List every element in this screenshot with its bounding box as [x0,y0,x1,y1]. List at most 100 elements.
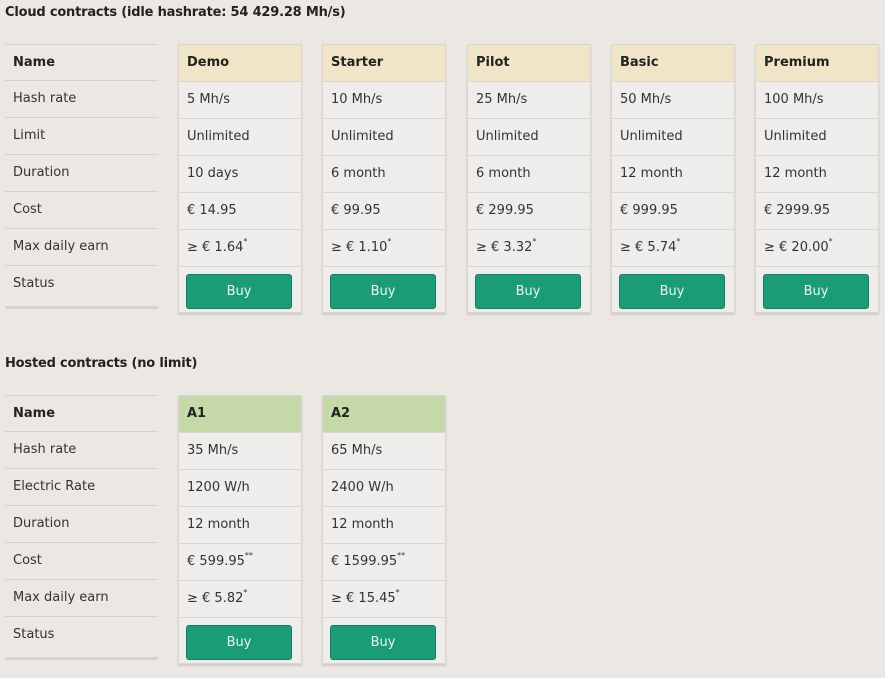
label-max-daily-earn: Max daily earn [5,580,158,617]
footnote-mark: * [243,587,248,597]
plan-hash-rate: 65 Mh/s [323,433,445,470]
plan-limit: Unlimited [323,119,445,156]
footnote-mark: * [828,236,833,246]
plan-duration: 6 month [323,156,445,193]
plan-card-starter: Starter 10 Mh/s Unlimited 6 month € 99.9… [322,44,446,313]
hosted-row-labels: Name Hash rate Electric Rate Duration Co… [5,395,158,660]
label-cost: Cost [5,543,158,580]
plan-max-daily-earn: ≥ € 1.10* [323,230,445,267]
label-status: Status [13,627,55,642]
footnote-mark: * [243,236,248,246]
plan-name: Demo [179,45,301,82]
plan-status: Buy [468,267,590,312]
footnote-mark: ** [244,550,253,560]
plan-name: A1 [179,396,301,433]
earn-value: ≥ € 1.64 [187,240,244,255]
plan-hash-rate: 25 Mh/s [468,82,590,119]
plan-hash-rate: 100 Mh/s [756,82,878,119]
plan-card-demo: Demo 5 Mh/s Unlimited 10 days € 14.95 ≥ … [178,44,302,313]
plan-hash-rate: 35 Mh/s [179,433,301,470]
plan-name: Starter [323,45,445,82]
plan-cost: € 1599.95** [323,544,445,581]
plan-limit: Unlimited [468,119,590,156]
plan-max-daily-earn: ≥ € 15.45* [323,581,445,618]
earn-value: ≥ € 3.32 [476,240,533,255]
plan-card-a1: A1 35 Mh/s 1200 W/h 12 month € 599.95** … [178,395,302,664]
label-status: Status [13,276,55,291]
buy-demo-button[interactable]: Buy [186,274,292,309]
label-cost: Cost [5,192,158,229]
divider [5,306,158,309]
plan-hash-rate: 5 Mh/s [179,82,301,119]
plan-electric-rate: 2400 W/h [323,470,445,507]
cloud-row-labels: Name Hash rate Limit Duration Cost Max d… [5,44,158,309]
footnote-mark: * [387,236,392,246]
plan-duration: 12 month [323,507,445,544]
label-duration: Duration [5,155,158,192]
plan-cost: € 14.95 [179,193,301,230]
plan-status: Buy [612,267,734,312]
plan-duration: 12 month [612,156,734,193]
plan-max-daily-earn: ≥ € 5.74* [612,230,734,267]
plan-status: Buy [179,618,301,663]
plan-max-daily-earn: ≥ € 3.32* [468,230,590,267]
label-duration: Duration [5,506,158,543]
plan-card-pilot: Pilot 25 Mh/s Unlimited 6 month € 299.95… [467,44,591,313]
footnote-mark: * [395,587,400,597]
plan-limit: Unlimited [179,119,301,156]
plan-status: Buy [179,267,301,312]
plan-name: A2 [323,396,445,433]
plan-name: Pilot [468,45,590,82]
buy-a2-button[interactable]: Buy [330,625,436,660]
plan-duration: 12 month [179,507,301,544]
plan-cost: € 999.95 [612,193,734,230]
plan-cost: € 2999.95 [756,193,878,230]
label-electric-rate: Electric Rate [5,469,158,506]
plan-limit: Unlimited [612,119,734,156]
label-name: Name [5,395,158,432]
plan-hash-rate: 10 Mh/s [323,82,445,119]
plan-status: Buy [756,267,878,312]
plan-max-daily-earn: ≥ € 20.00* [756,230,878,267]
plan-limit: Unlimited [756,119,878,156]
earn-value: ≥ € 5.74 [620,240,677,255]
buy-pilot-button[interactable]: Buy [475,274,581,309]
earn-value: ≥ € 1.10 [331,240,388,255]
plan-duration: 6 month [468,156,590,193]
plan-status: Buy [323,267,445,312]
plan-cost: € 299.95 [468,193,590,230]
earn-value: ≥ € 15.45 [331,591,396,606]
plan-card-a2: A2 65 Mh/s 2400 W/h 12 month € 1599.95**… [322,395,446,664]
label-name: Name [5,44,158,81]
cloud-contracts-title: Cloud contracts (idle hashrate: 54 429.2… [5,5,346,20]
divider [5,657,158,660]
plan-card-basic: Basic 50 Mh/s Unlimited 12 month € 999.9… [611,44,735,313]
label-limit: Limit [5,118,158,155]
cost-value: € 599.95 [187,554,245,569]
earn-value: ≥ € 20.00 [764,240,829,255]
earn-value: ≥ € 5.82 [187,591,244,606]
plan-name: Premium [756,45,878,82]
label-max-daily-earn: Max daily earn [5,229,158,266]
plan-name: Basic [612,45,734,82]
footnote-mark: * [532,236,537,246]
footnote-mark: * [676,236,681,246]
footnote-mark: ** [397,550,406,560]
buy-starter-button[interactable]: Buy [330,274,436,309]
cost-value: € 1599.95 [331,554,398,569]
plan-hash-rate: 50 Mh/s [612,82,734,119]
plan-duration: 12 month [756,156,878,193]
plan-card-premium: Premium 100 Mh/s Unlimited 12 month € 29… [755,44,879,313]
buy-basic-button[interactable]: Buy [619,274,725,309]
plan-cost: € 599.95** [179,544,301,581]
label-hash-rate: Hash rate [5,81,158,118]
plan-duration: 10 days [179,156,301,193]
plan-max-daily-earn: ≥ € 1.64* [179,230,301,267]
label-hash-rate: Hash rate [5,432,158,469]
plan-electric-rate: 1200 W/h [179,470,301,507]
plan-cost: € 99.95 [323,193,445,230]
buy-a1-button[interactable]: Buy [186,625,292,660]
plan-max-daily-earn: ≥ € 5.82* [179,581,301,618]
hosted-contracts-title: Hosted contracts (no limit) [5,356,198,371]
buy-premium-button[interactable]: Buy [763,274,869,309]
